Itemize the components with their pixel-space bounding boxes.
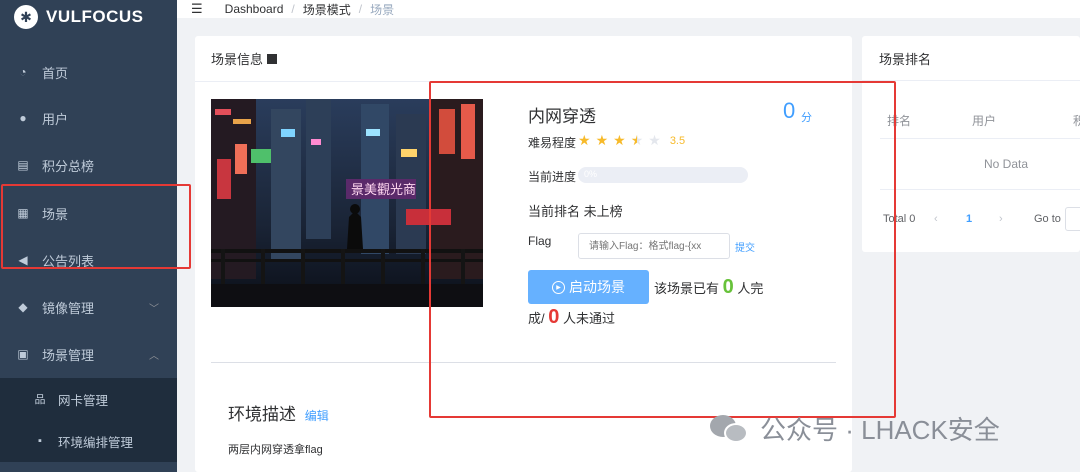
watermark-text: 公众号 · LHACK安全 (760, 415, 1000, 445)
breadcrumb-scene-mode[interactable]: 场景模式 (303, 1, 351, 18)
chevron-down-icon: ﹀ (149, 303, 159, 315)
sidebar-item-label: 首页 (42, 65, 69, 81)
sidebar-item-label: 场景管理 (42, 347, 95, 363)
prev-page-icon[interactable]: ‹ (934, 213, 938, 225)
breadcrumb-current: 场景 (370, 2, 395, 17)
card-title: 场景信息 (211, 52, 264, 67)
table-divider (880, 138, 1080, 139)
docker-icon: ◆ (18, 300, 28, 314)
env-title-text: 环境描述 (228, 405, 296, 424)
watermark: 公众号 · LHACK安全 (710, 410, 1000, 447)
breadcrumb-separator: / (358, 2, 363, 16)
sidebar-item-image-management[interactable]: ◆ 镜像管理 ﹀ (0, 283, 177, 331)
square-icon (267, 53, 278, 64)
empty-table-text: No Data (984, 157, 1029, 171)
next-page-icon[interactable]: › (999, 213, 1003, 225)
bug-shield-icon: ✱ (14, 5, 38, 29)
column-header-user: 用户 (972, 114, 997, 128)
layout-icon: ▪ (38, 435, 42, 447)
sidebar-item-home[interactable]: ◔ 首页 (0, 48, 177, 96)
sidebar-subitem-label: 环境编排管理 (58, 435, 134, 450)
goto-label: Go to (1034, 213, 1061, 225)
env-description-text: 两层内网穿透拿flag (228, 444, 323, 456)
annotation-box-sidebar (1, 184, 191, 269)
svg-text:景美觀光商: 景美觀光商 (351, 183, 416, 198)
navbar: ☰ Dashboard / 场景模式 / 场景 (177, 0, 1080, 18)
sidebar-item-leaderboard[interactable]: ▤ 积分总榜 (0, 141, 177, 189)
goto-page-input[interactable] (1065, 207, 1080, 231)
sidebar-subitem-env-orchestration[interactable]: ▪ 环境编排管理 (0, 420, 177, 462)
sidebar-subitem-label: 网卡管理 (58, 393, 109, 408)
ranking-title: 场景排名 (862, 36, 1080, 81)
table-divider (880, 189, 1080, 190)
logo[interactable]: ✱ VULFOCUS (0, 0, 177, 34)
chevron-up-icon: ︿ (149, 350, 159, 362)
sidebar-item-scene-management[interactable]: ▣ 场景管理 ︿ (0, 330, 177, 378)
hamburger-icon[interactable]: ☰ (191, 1, 203, 17)
logo-text: VULFOCUS (46, 7, 144, 26)
user-icon: ● (19, 111, 27, 125)
sidebar-subitem-network[interactable]: 品 网卡管理 (0, 378, 177, 420)
sidebar-item-label: 用户 (42, 111, 69, 127)
env-description-title: 环境描述 编辑 (228, 400, 329, 425)
sidebar-item-label: 积分总榜 (42, 158, 95, 174)
wechat-icon (710, 413, 750, 445)
edit-link[interactable]: 编辑 (305, 409, 329, 423)
pagination-current-page[interactable]: 1 (966, 213, 972, 225)
scene-manage-icon: ▣ (17, 347, 29, 361)
breadcrumb-separator: / (291, 2, 295, 16)
document-icon: ▤ (17, 158, 29, 172)
network-icon: 品 (34, 394, 46, 406)
annotation-box-main (429, 81, 896, 418)
column-header-score: 积 (1073, 114, 1080, 128)
breadcrumb-dashboard[interactable]: Dashboard (225, 2, 284, 16)
sidebar-item-label: 镜像管理 (42, 300, 95, 316)
card-header: 场景信息 (195, 36, 852, 82)
sidebar-item-users[interactable]: ● 用户 (0, 94, 177, 142)
speedometer-icon: ◔ (19, 65, 27, 79)
